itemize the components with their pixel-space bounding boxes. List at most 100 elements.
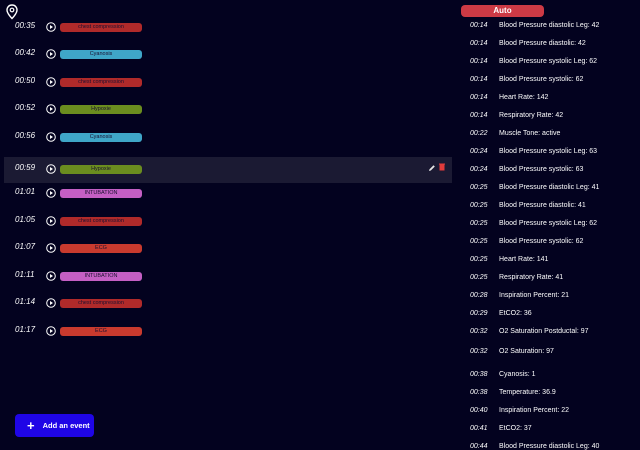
play-icon[interactable] <box>46 326 56 336</box>
event-time: 01:01 <box>15 187 36 196</box>
event-pill[interactable]: INTUBATION <box>60 272 142 281</box>
log-text: Respiratory Rate: 41 <box>499 274 564 281</box>
log-text: O2 Saturation Postductal: 97 <box>499 328 589 335</box>
log-time: 00:38 <box>470 371 488 378</box>
event-row[interactable]: 01:17 ECG <box>4 319 452 345</box>
log-time: 00:14 <box>470 112 488 119</box>
log-entry: 00:25 Blood Pressure diastolic: 41 <box>470 200 640 212</box>
log-text: Blood Pressure systolic: 63 <box>499 166 584 173</box>
event-pill[interactable]: Cyanosis <box>60 50 142 59</box>
play-icon[interactable] <box>46 77 56 87</box>
event-row[interactable]: 00:56 Cyanosis <box>4 125 452 151</box>
event-pill[interactable]: ECG <box>60 244 142 253</box>
event-row[interactable]: 01:11 INTUBATION <box>4 264 452 290</box>
log-text: Heart Rate: 141 <box>499 256 549 263</box>
log-entry: 00:14 Blood Pressure systolic Leg: 62 <box>470 56 640 68</box>
log-entry: 00:14 Respiratory Rate: 42 <box>470 110 640 122</box>
log-text: Blood Pressure diastolic: 42 <box>499 40 586 47</box>
log-entry: 00:41 EtCO2: 37 <box>470 423 640 435</box>
log-entry: 00:25 Blood Pressure diastolic Leg: 41 <box>470 182 640 194</box>
log-text: EtCO2: 36 <box>499 310 532 317</box>
log-text: EtCO2: 37 <box>499 425 532 432</box>
event-row[interactable]: 00:52 Hypoxie <box>4 97 452 123</box>
log-time: 00:14 <box>470 40 488 47</box>
log-time: 00:14 <box>470 94 488 101</box>
log-entry: 00:25 Blood Pressure systolic: 62 <box>470 236 640 248</box>
log-text: Inspiration Percent: 22 <box>499 407 570 414</box>
event-time: 01:17 <box>15 325 36 334</box>
event-time: 00:52 <box>15 103 36 112</box>
log-time: 00:25 <box>470 256 488 263</box>
log-text: Blood Pressure diastolic Leg: 41 <box>499 184 600 191</box>
play-icon[interactable] <box>46 271 56 281</box>
log-entry: 00:14 Blood Pressure diastolic Leg: 42 <box>470 20 640 32</box>
log-time: 00:25 <box>470 202 488 209</box>
log-time: 00:29 <box>470 310 488 317</box>
play-icon[interactable] <box>46 216 56 226</box>
log-text: Blood Pressure systolic Leg: 62 <box>499 220 598 227</box>
log-entry: 00:14 Blood Pressure diastolic: 42 <box>470 38 640 50</box>
auto-badge[interactable]: Auto <box>461 5 544 17</box>
event-pill[interactable]: chest compression <box>60 217 142 226</box>
log-time: 00:25 <box>470 184 488 191</box>
event-pill[interactable]: Hypoxie <box>60 105 142 114</box>
event-pill[interactable]: Cyanosis <box>60 133 142 142</box>
log-entry: 00:24 Blood Pressure systolic: 63 <box>470 164 640 176</box>
log-entry: 00:38 Cyanosis: 1 <box>470 369 640 381</box>
event-time: 00:35 <box>15 21 36 30</box>
event-row[interactable]: 01:14 chest compression <box>4 291 452 317</box>
event-row[interactable]: 00:59 Hypoxie <box>4 157 452 183</box>
log-text: Blood Pressure systolic: 62 <box>499 76 584 83</box>
event-pill[interactable]: Hypoxie <box>60 165 142 174</box>
log-time: 00:14 <box>470 58 488 65</box>
play-icon[interactable] <box>46 298 56 308</box>
log-text: Blood Pressure diastolic: 41 <box>499 202 586 209</box>
log-text: Blood Pressure diastolic Leg: 40 <box>499 443 600 450</box>
event-time: 01:05 <box>15 215 36 224</box>
log-time: 00:32 <box>470 328 488 335</box>
event-pill[interactable]: chest compression <box>60 78 142 87</box>
log-time: 00:24 <box>470 166 488 173</box>
log-entry: 00:40 Inspiration Percent: 22 <box>470 405 640 417</box>
event-pill[interactable]: chest compression <box>60 23 142 32</box>
log-time: 00:25 <box>470 220 488 227</box>
play-icon[interactable] <box>46 49 56 59</box>
event-row[interactable]: 00:42 Cyanosis <box>4 42 452 68</box>
add-event-button[interactable]: + Add an event <box>15 414 94 437</box>
log-time: 00:24 <box>470 148 488 155</box>
log-entry: 00:14 Heart Rate: 142 <box>470 92 640 104</box>
event-pill[interactable]: INTUBATION <box>60 189 142 198</box>
play-icon[interactable] <box>46 22 56 32</box>
log-text: Heart Rate: 142 <box>499 94 549 101</box>
play-icon[interactable] <box>46 164 56 174</box>
event-row[interactable]: 01:07 ECG <box>4 236 452 262</box>
event-row[interactable]: 01:01 INTUBATION <box>4 181 452 207</box>
log-text: Cyanosis: 1 <box>499 371 536 378</box>
event-time: 00:50 <box>15 76 36 85</box>
log-time: 00:41 <box>470 425 488 432</box>
log-time: 00:25 <box>470 238 488 245</box>
event-pill[interactable]: chest compression <box>60 299 142 308</box>
log-text: O2 Saturation: 97 <box>499 348 554 355</box>
log-entry: 00:22 Muscle Tone: active <box>470 128 640 140</box>
event-time: 00:42 <box>15 48 36 57</box>
play-icon[interactable] <box>46 188 56 198</box>
play-icon[interactable] <box>46 132 56 142</box>
play-icon[interactable] <box>46 243 56 253</box>
log-text: Blood Pressure systolic Leg: 63 <box>499 148 598 155</box>
event-row[interactable]: 00:50 chest compression <box>4 70 452 96</box>
log-entry: 00:25 Heart Rate: 141 <box>470 254 640 266</box>
edit-icon[interactable] <box>428 164 436 172</box>
log-time: 00:28 <box>470 292 488 299</box>
play-icon[interactable] <box>46 104 56 114</box>
log-text: Muscle Tone: active <box>499 130 561 137</box>
event-time: 00:56 <box>15 131 36 140</box>
log-time: 00:40 <box>470 407 488 414</box>
delete-icon[interactable] <box>439 163 445 171</box>
log-entry: 00:25 Blood Pressure systolic Leg: 62 <box>470 218 640 230</box>
event-row[interactable]: 00:35 chest compression <box>4 15 452 41</box>
log-entry: 00:38 Temperature: 36.9 <box>470 387 640 399</box>
event-row[interactable]: 01:05 chest compression <box>4 209 452 235</box>
event-pill[interactable]: ECG <box>60 327 142 336</box>
log-time: 00:22 <box>470 130 488 137</box>
